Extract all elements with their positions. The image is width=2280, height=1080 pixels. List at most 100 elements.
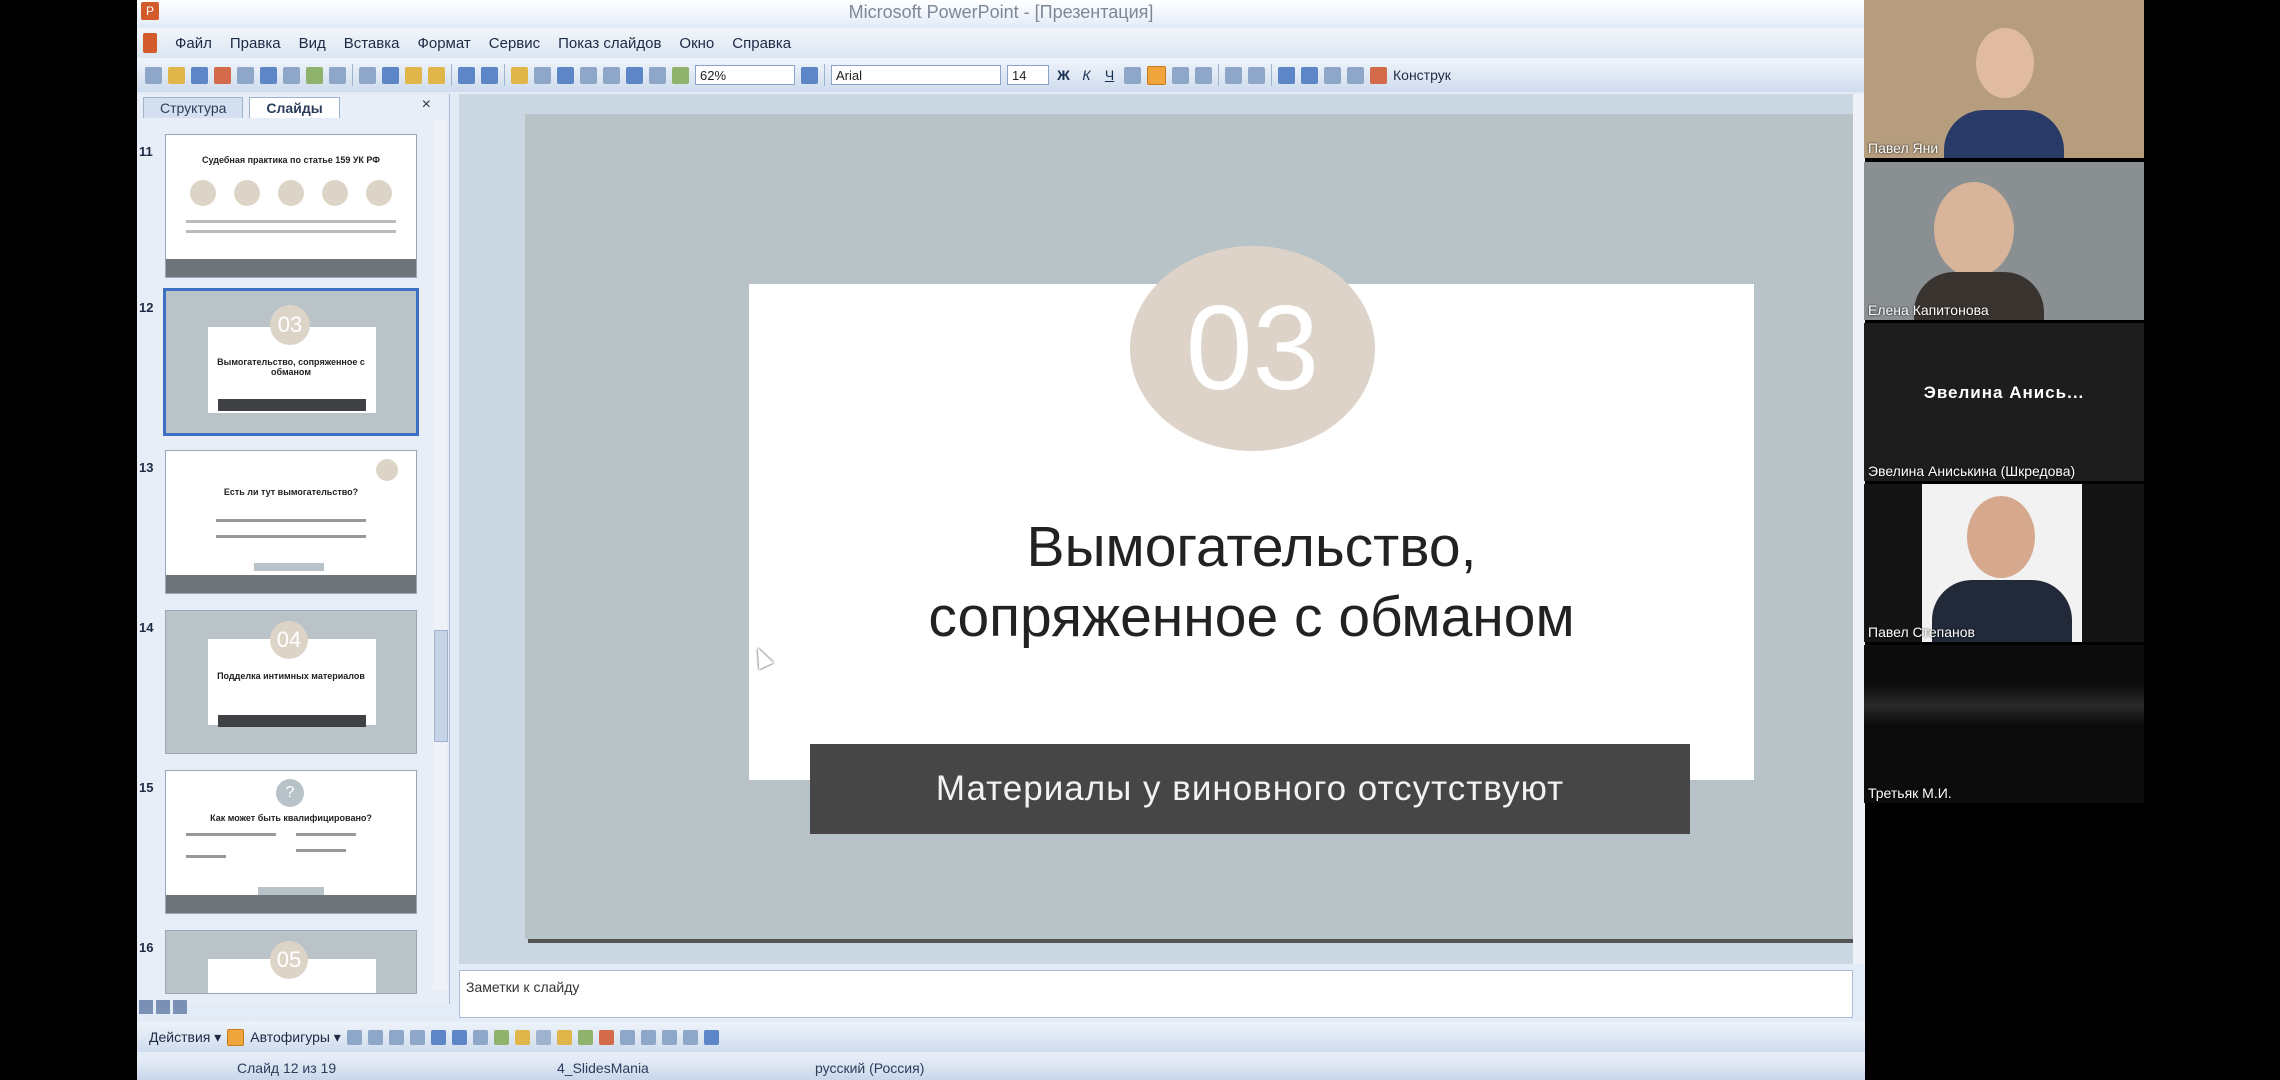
underline-button[interactable]: Ч xyxy=(1101,67,1118,84)
bold-button[interactable]: Ж xyxy=(1055,67,1072,84)
slide-thumbnail-15[interactable]: ? Как может быть квалифицировано? xyxy=(165,770,417,914)
autoshapes-menu[interactable]: Автофигуры ▾ xyxy=(250,1029,341,1046)
research-icon[interactable] xyxy=(329,66,346,84)
slide-thumbnail-16[interactable]: 05 xyxy=(165,930,417,994)
font-select[interactable]: Arial xyxy=(831,65,1001,85)
numbering-button[interactable] xyxy=(1225,66,1242,84)
tab-slides[interactable]: Слайды xyxy=(249,97,340,118)
font-size-select[interactable]: 14 xyxy=(1007,65,1049,85)
table-icon[interactable] xyxy=(534,66,551,84)
font-color-button[interactable] xyxy=(1370,66,1387,84)
line-color-icon[interactable] xyxy=(577,1029,593,1045)
select-objects-icon[interactable] xyxy=(227,1028,245,1046)
thumb-footer-bar xyxy=(166,895,416,913)
redo-icon[interactable] xyxy=(481,66,498,84)
pdf-icon[interactable] xyxy=(214,66,231,84)
menu-insert[interactable]: Вставка xyxy=(344,35,400,52)
menu-slideshow[interactable]: Показ слайдов xyxy=(558,35,661,52)
rectangle-icon[interactable] xyxy=(388,1029,404,1045)
spelling-icon[interactable] xyxy=(306,66,323,84)
participant-video[interactable]: Елена Капитонова xyxy=(1864,162,2144,320)
decrease-indent-button[interactable] xyxy=(1324,66,1341,84)
textbox-icon[interactable] xyxy=(430,1029,446,1045)
slideshow-icon[interactable] xyxy=(173,1000,187,1014)
bullets-button[interactable] xyxy=(1248,66,1265,84)
expand-all-icon[interactable] xyxy=(603,66,620,84)
slide-thumbnail-11[interactable]: Судебная практика по статье 159 УК РФ xyxy=(165,134,417,278)
align-right-button[interactable] xyxy=(1195,66,1212,84)
menu-view[interactable]: Вид xyxy=(299,35,326,52)
menu-edit[interactable]: Правка xyxy=(230,35,281,52)
increase-font-button[interactable] xyxy=(1278,66,1295,84)
participant-video[interactable]: Третьяк М.И. xyxy=(1864,645,2144,803)
normal-view-icon[interactable] xyxy=(139,1000,153,1014)
hyperlink-icon[interactable] xyxy=(580,66,597,84)
save-icon[interactable] xyxy=(191,66,208,84)
font-color-icon[interactable] xyxy=(598,1029,614,1045)
designer-button[interactable]: Конструк xyxy=(1393,67,1451,83)
slides-panel: Структура Слайды × 11 Судебная практика … xyxy=(137,94,450,1004)
panel-scroll-thumb[interactable] xyxy=(434,630,448,742)
participant-video[interactable]: Павел Яни xyxy=(1864,0,2144,158)
participant-video[interactable]: Павел Степанов xyxy=(1864,484,2144,642)
slide-thumbnail-13[interactable]: Есть ли тут вымогательство? xyxy=(165,450,417,594)
print-icon[interactable] xyxy=(260,66,277,84)
increase-indent-button[interactable] xyxy=(1347,66,1364,84)
arrow-icon[interactable] xyxy=(367,1029,383,1045)
fill-color-icon[interactable] xyxy=(556,1029,572,1045)
menu-help[interactable]: Справка xyxy=(732,35,791,52)
slide-subtitle[interactable]: Материалы у виновного отсутствуют xyxy=(810,744,1690,834)
chart-icon[interactable] xyxy=(511,66,528,84)
3d-style-icon[interactable] xyxy=(703,1029,719,1045)
thumb-text-line xyxy=(296,833,356,836)
slide-thumbnail-12[interactable]: 03 Вымогательство, сопряженное с обманом xyxy=(163,288,419,436)
slide-title[interactable]: Вымогательство, сопряженное с обманом xyxy=(749,512,1754,652)
current-slide[interactable]: 03 Вымогательство, сопряженное с обманом… xyxy=(525,114,1865,939)
clipart-icon[interactable] xyxy=(493,1029,509,1045)
slide-sorter-icon[interactable] xyxy=(156,1000,170,1014)
copy-icon[interactable] xyxy=(382,66,399,84)
line-style-icon[interactable] xyxy=(619,1029,635,1045)
diagram-icon[interactable] xyxy=(472,1029,488,1045)
menu-format[interactable]: Формат xyxy=(417,35,470,52)
align-left-button[interactable] xyxy=(1147,65,1166,85)
slide-number: 12 xyxy=(139,300,154,315)
menu-file[interactable]: Файл xyxy=(175,35,212,52)
preview-icon[interactable] xyxy=(283,66,300,84)
arrow-style-icon[interactable] xyxy=(661,1029,677,1045)
paste-icon[interactable] xyxy=(405,66,422,84)
slide-thumbnail-14[interactable]: 04 Подделка интимных материалов xyxy=(165,610,417,754)
shadow-style-icon[interactable] xyxy=(682,1029,698,1045)
menu-window[interactable]: Окно xyxy=(679,35,714,52)
new-icon[interactable] xyxy=(145,66,162,84)
zoom-select[interactable]: 62% xyxy=(695,65,795,85)
italic-button[interactable]: К xyxy=(1078,67,1095,84)
thumb-dark-bar xyxy=(218,715,366,727)
close-panel-icon[interactable]: × xyxy=(422,96,431,114)
participant-video[interactable]: Эвелина Анись... Эвелина Аниськина (Шкре… xyxy=(1864,323,2144,481)
oval-icon[interactable] xyxy=(409,1029,425,1045)
format-painter-icon[interactable] xyxy=(428,66,445,84)
tab-outline[interactable]: Структура xyxy=(143,97,244,118)
permission-icon[interactable] xyxy=(237,66,254,84)
panel-scrollbar[interactable] xyxy=(433,120,448,990)
shadow-button[interactable] xyxy=(1124,66,1141,84)
wordart-icon[interactable] xyxy=(451,1029,467,1045)
dash-style-icon[interactable] xyxy=(640,1029,656,1045)
open-icon[interactable] xyxy=(168,66,185,84)
tables-borders-icon[interactable] xyxy=(557,66,574,84)
cut-icon[interactable] xyxy=(359,66,376,84)
grid-icon[interactable] xyxy=(649,66,666,84)
help-icon[interactable] xyxy=(801,66,818,84)
undo-icon[interactable] xyxy=(458,66,475,84)
show-formatting-icon[interactable] xyxy=(626,66,643,84)
decrease-font-button[interactable] xyxy=(1301,66,1318,84)
menu-tools[interactable]: Сервис xyxy=(489,35,540,52)
picture-icon[interactable] xyxy=(514,1029,530,1045)
color-grayscale-icon[interactable] xyxy=(672,66,689,84)
line-icon[interactable] xyxy=(346,1029,362,1045)
align-center-button[interactable] xyxy=(1172,66,1189,84)
notes-pane[interactable]: Заметки к слайду xyxy=(459,970,1853,1018)
toolbar-separator xyxy=(1271,64,1272,86)
actions-menu[interactable]: Действия ▾ xyxy=(149,1029,221,1046)
